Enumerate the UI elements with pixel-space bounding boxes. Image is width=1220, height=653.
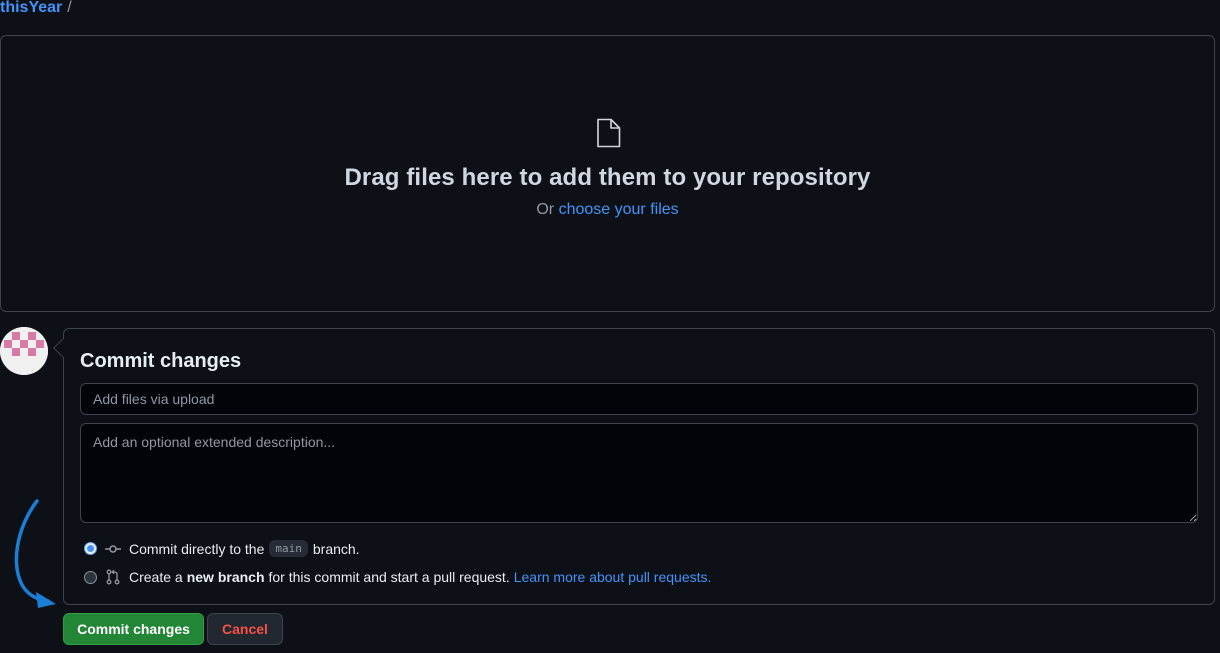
commit-summary-input[interactable] — [80, 383, 1198, 415]
dropzone-or-text: Or — [536, 201, 555, 218]
git-pull-request-icon — [106, 569, 120, 585]
annotation-arrow-icon — [14, 499, 56, 608]
breadcrumb-repo-link[interactable]: thisYear — [0, 0, 62, 16]
commit-direct-prefix: Commit directly to the — [129, 540, 265, 557]
new-branch-prefix: Create a — [129, 569, 183, 585]
commit-changes-button[interactable]: Commit changes — [63, 613, 204, 645]
breadcrumb: thisYear / — [0, 0, 72, 17]
new-branch-radio[interactable] — [84, 570, 97, 584]
new-branch-option[interactable]: Create a new branch for this commit and … — [84, 569, 711, 585]
file-dropzone[interactable]: Drag files here to add them to your repo… — [0, 35, 1215, 312]
commit-direct-option[interactable]: Commit directly to the main branch. — [84, 540, 360, 557]
new-branch-bold: new branch — [186, 569, 265, 585]
branch-name-badge: main — [269, 540, 308, 557]
comment-caret — [53, 338, 73, 358]
choose-files-link[interactable]: choose your files — [559, 201, 679, 218]
identicon — [0, 327, 48, 375]
dropzone-title: Drag files here to add them to your repo… — [344, 164, 871, 191]
learn-more-pull-requests-link[interactable]: Learn more about pull requests. — [514, 569, 712, 585]
commit-description-input[interactable] — [80, 423, 1198, 523]
commit-heading: Commit changes — [80, 350, 242, 372]
commit-direct-suffix: branch. — [312, 540, 360, 557]
commit-form: Commit changes Commit directly to the ma… — [53, 328, 1215, 605]
dropzone-subtitle: Or choose your files — [1, 201, 1214, 219]
git-commit-icon — [105, 544, 121, 553]
commit-direct-radio[interactable] — [84, 542, 97, 555]
breadcrumb-separator: / — [67, 0, 72, 16]
file-icon — [597, 118, 621, 148]
new-branch-suffix: for this commit and start a pull request… — [268, 569, 510, 585]
avatar[interactable] — [0, 327, 48, 375]
cancel-button[interactable]: Cancel — [207, 613, 283, 645]
